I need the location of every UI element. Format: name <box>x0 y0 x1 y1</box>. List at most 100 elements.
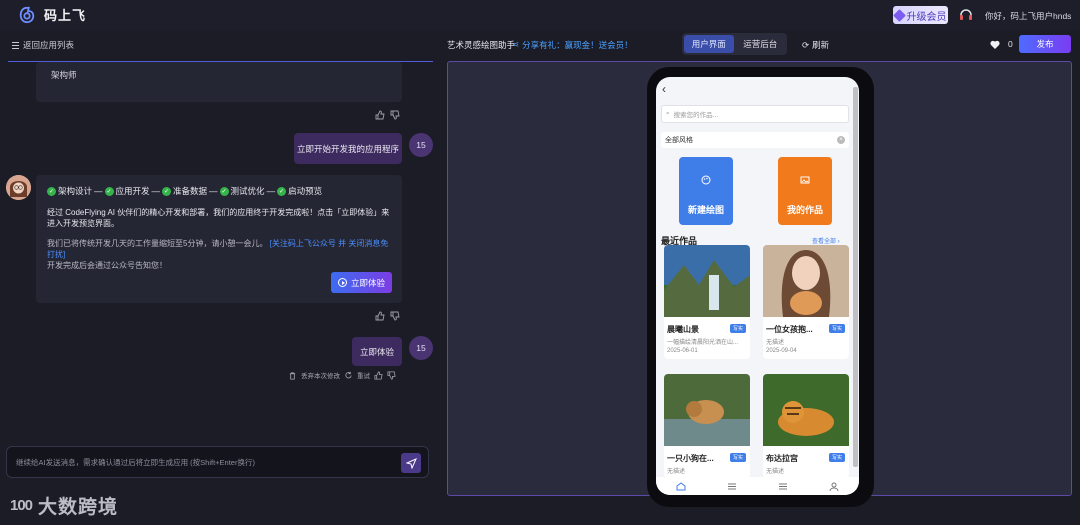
upgrade-vip-label: 升级会员 <box>906 11 947 23</box>
step-label: 准备数据 <box>173 186 208 196</box>
works-search-placeholder: 搜索您的作品... <box>673 112 719 119</box>
chat-message-ai: ✓ 架构设计 — ✓ 应用开发 — ✓ 准备数据 — ✓ 测试优化 — ✓ 启动预览 经过 Cod… <box>36 175 402 303</box>
phone-tab-bar <box>656 477 859 495</box>
work-date: 2025-06-01 <box>667 348 698 354</box>
publish-button[interactable]: 发布 <box>1019 35 1071 53</box>
thumbs-down-icon[interactable] <box>387 370 396 380</box>
check-icon: ✓ <box>277 186 287 196</box>
refresh-button[interactable]: ⟳ 刷新 <box>802 39 829 51</box>
thumbs-down-icon[interactable] <box>390 311 400 321</box>
feedback-bar <box>375 311 400 321</box>
share-icon: ⋖ <box>512 39 520 49</box>
back-icon[interactable]: ‹ <box>662 82 666 96</box>
step-label: 启动预览 <box>288 186 323 196</box>
try-now-button[interactable]: 立即体验 <box>331 272 392 293</box>
send-icon <box>405 457 417 469</box>
work-image <box>664 374 750 446</box>
my-works-label: 我的作品 <box>786 205 823 215</box>
ai-message-paragraph: 经过 CodeFlying AI 伙伴们的精心开发和部署，我们的应用终于开发完成… <box>47 208 390 228</box>
view-toggle: 用户界面 运营后台 <box>682 33 787 55</box>
check-icon: ✓ <box>162 186 172 196</box>
user-avatar: 15 <box>409 133 433 157</box>
palette-icon <box>701 175 711 185</box>
send-button[interactable] <box>401 453 421 473</box>
view-all-link[interactable]: 查看全部 › <box>812 236 840 245</box>
my-works-tile[interactable]: 我的作品 <box>778 157 832 225</box>
work-title: 一位女孩抱... <box>766 325 813 334</box>
work-card[interactable]: 晨曦山景 写实 一幅描绘清晨阳光洒在山... 2025-06-01 <box>664 245 750 359</box>
ai-avatar <box>6 175 31 200</box>
play-icon <box>337 278 347 287</box>
back-to-app-list[interactable]: 返回应用列表 <box>12 39 74 51</box>
like-counter[interactable]: 0 <box>990 39 1013 49</box>
feedback-bar <box>375 110 400 120</box>
style-filter[interactable]: 全部风格 × <box>661 132 849 148</box>
brand-name: 码上飞 <box>44 8 87 23</box>
gem-icon <box>892 8 906 22</box>
work-card[interactable]: 布达拉宫 写实 无描述 <box>763 374 849 478</box>
heart-icon <box>990 40 1000 49</box>
trash-icon[interactable] <box>288 371 297 380</box>
ai-message-paragraph: 我们已将传统开发几天的工作量缩短至5分钟，请小憩一会儿。 [关注码上飞公众号 并… <box>47 239 389 270</box>
step-label: 应用开发 <box>115 186 150 196</box>
thumbs-up-icon[interactable] <box>374 370 383 380</box>
retry-button[interactable]: 重试 <box>357 370 370 380</box>
work-description: 无描述 <box>766 340 785 346</box>
share-link[interactable]: ⋖ 分享有礼：赢现金！送会员！ <box>512 39 633 51</box>
work-date: 2025-09-04 <box>766 348 797 354</box>
chat-input-box <box>6 446 429 478</box>
works-search-input[interactable]: ⌕ 搜索您的作品... <box>661 105 849 123</box>
upgrade-vip-button[interactable]: 升级会员 <box>892 6 948 24</box>
thumbs-up-icon[interactable] <box>375 110 385 120</box>
search-icon: ⌕ <box>666 110 670 117</box>
watermark-text: 大数跨境 <box>38 497 119 518</box>
refresh-icon: ⟳ <box>802 39 810 50</box>
home-icon[interactable] <box>676 481 686 491</box>
style-filter-value: 全部风格 <box>665 137 693 144</box>
check-icon: ✓ <box>47 186 56 196</box>
step-label: 架构设计 <box>58 186 93 196</box>
profile-icon[interactable] <box>829 482 839 491</box>
discard-changes-button[interactable]: 丢弃本次修改 <box>301 370 340 380</box>
thumbs-down-icon[interactable] <box>390 110 400 120</box>
user-avatar: 15 <box>409 336 433 360</box>
check-icon: ✓ <box>219 186 229 196</box>
list-icon[interactable] <box>778 482 788 491</box>
work-card[interactable]: 一只小狗在... 写实 无描述 <box>664 374 750 478</box>
new-drawing-label: 新建绘图 <box>687 205 724 215</box>
brand[interactable]: 码上飞 <box>18 5 86 24</box>
chat-input[interactable] <box>16 455 396 470</box>
style-tag: 写实 <box>828 453 845 462</box>
refresh-label: 刷新 <box>812 40 830 50</box>
image-icon <box>800 176 810 184</box>
style-tag: 写实 <box>729 453 746 462</box>
work-image <box>763 245 849 317</box>
step-label: 测试优化 <box>230 186 265 196</box>
try-now-label: 立即体验 <box>350 277 385 288</box>
clear-icon[interactable]: × <box>837 136 845 144</box>
menu-icon[interactable] <box>727 482 737 491</box>
work-description: 无描述 <box>766 469 785 475</box>
watermark: 100 大数跨境 <box>10 492 118 519</box>
list-icon <box>12 41 19 49</box>
scrollbar[interactable] <box>853 87 858 467</box>
app-preview-panel: ‹ ⌕ 搜索您的作品... 全部风格 × 新建绘图 我的作品 最近作品 查看全部… <box>447 61 1072 507</box>
app-title: 艺术灵感绘图助手 <box>447 40 516 50</box>
user-message: 立即体验 <box>352 337 402 366</box>
headset-icon[interactable] <box>958 7 974 23</box>
tab-user-interface[interactable]: 用户界面 <box>684 35 734 53</box>
style-tag: 写实 <box>729 324 746 333</box>
work-card[interactable]: 一位女孩抱... 写实 无描述 2025-09-04 <box>763 245 849 359</box>
user-greeting[interactable]: 你好，码上飞用户hnds <box>985 10 1071 22</box>
work-image <box>763 374 849 446</box>
work-title: 晨曦山景 <box>667 325 699 334</box>
message-text: 架构师 <box>51 70 77 80</box>
new-drawing-tile[interactable]: 新建绘图 <box>679 157 733 225</box>
work-title: 布达拉宫 <box>766 454 798 463</box>
tab-operations-backend[interactable]: 运营后台 <box>736 35 786 53</box>
thumbs-up-icon[interactable] <box>375 311 385 321</box>
style-tag: 写实 <box>828 324 845 333</box>
watermark-logo: 100 <box>10 497 33 514</box>
retry-icon[interactable] <box>344 371 353 380</box>
brand-logo-icon <box>19 6 35 23</box>
